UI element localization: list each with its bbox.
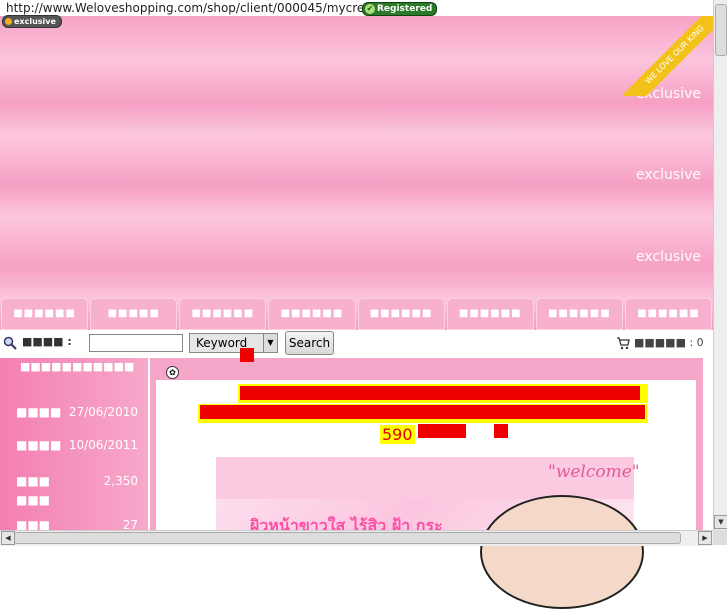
sidebar-row: ■■■ 2,350	[8, 472, 140, 492]
horizontal-scroll-thumb[interactable]	[14, 532, 681, 544]
sidebar-row-key: ■■■■	[16, 438, 62, 452]
search-icon	[3, 336, 17, 350]
nav-bar: ■■■■■■ ■■■■■ ■■■■■■ ■■■■■■ ■■■■■■ ■■■■■■…	[0, 296, 713, 330]
nav-tab[interactable]: ■■■■■■	[268, 298, 356, 330]
nav-tab[interactable]: ■■■■■■	[624, 298, 712, 330]
cart-icon[interactable]	[616, 336, 630, 350]
scroll-left-icon[interactable]: ◀	[1, 531, 15, 545]
nav-tab[interactable]: ■■■■■■	[357, 298, 445, 330]
nav-tab[interactable]: ■■■■■	[90, 298, 178, 330]
check-icon: ✔	[365, 4, 375, 14]
sidebar-row-key: ■■■■	[16, 405, 62, 419]
search-button[interactable]: Search	[285, 331, 334, 355]
product-price: 590	[380, 425, 415, 444]
cart-count[interactable]: ■■■■■ : 0	[634, 336, 704, 349]
ribbon: WE LOVE OUR KING	[610, 16, 713, 96]
model-photo	[480, 495, 644, 609]
nav-tab[interactable]: ■■■■■■	[535, 298, 623, 330]
censor-block	[200, 405, 645, 419]
nav-tab[interactable]: ■■■■■■	[446, 298, 534, 330]
chevron-down-icon[interactable]: ▼	[263, 334, 277, 352]
star-icon: ✿	[166, 366, 179, 379]
url-bar: http://www.Weloveshopping.com/shop/clien…	[0, 0, 713, 16]
nav-tab[interactable]: ■■■■■■	[179, 298, 267, 330]
sidebar-row: ■■■	[8, 491, 140, 511]
registered-badge: ✔ Registered	[362, 2, 438, 16]
dot-icon	[5, 18, 12, 25]
sidebar-row-key: ■■■	[16, 474, 51, 488]
censor-block	[240, 386, 640, 400]
ribbon-label: WE LOVE OUR KING	[622, 16, 713, 96]
vertical-scrollbar[interactable]	[713, 0, 727, 530]
band-label: exclusive	[636, 167, 701, 183]
scroll-right-icon[interactable]: ▶	[698, 531, 712, 545]
sidebar-row: ■■■■ 27/06/2010	[8, 403, 140, 423]
sidebar-title: ■■■■■■■■■■■	[20, 360, 135, 373]
keyword-select[interactable]: Keyword ▼	[189, 333, 278, 353]
scroll-corner	[713, 530, 727, 545]
sidebar-row-value: 2,350	[103, 474, 138, 488]
exclusive-tag: exclusive	[2, 15, 62, 28]
welcome-text: "welcome"	[548, 462, 640, 482]
sidebar-row-value: 27/06/2010	[68, 405, 138, 419]
sidebar-row-key: ■■■	[16, 493, 51, 507]
nav-tab[interactable]: ■■■■■■	[1, 298, 89, 330]
url-text[interactable]: http://www.Weloveshopping.com/shop/clien…	[6, 1, 383, 15]
censor-block	[494, 424, 508, 438]
sidebar-row-value: 10/06/2011	[68, 438, 138, 452]
scroll-down-icon[interactable]: ▼	[714, 515, 727, 529]
header-banner: exclusive exclusive exclusive	[0, 16, 713, 330]
band-label: exclusive	[636, 249, 701, 265]
censor-block	[418, 424, 466, 438]
registered-label: Registered	[377, 4, 433, 14]
search-input[interactable]	[89, 334, 183, 352]
censor-block	[240, 348, 254, 362]
vertical-scroll-thumb[interactable]	[715, 4, 727, 56]
sidebar-row: ■■■■ 10/06/2011	[8, 436, 140, 456]
search-label: ■■■■ :	[22, 335, 72, 348]
exclusive-tag-label: exclusive	[14, 17, 56, 26]
